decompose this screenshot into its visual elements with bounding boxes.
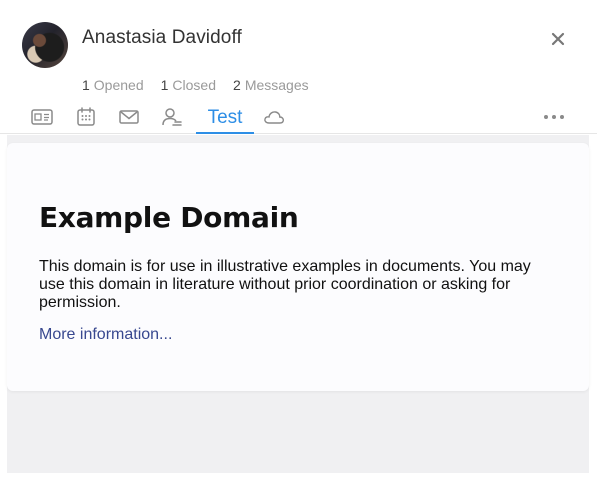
stat-count: 1 xyxy=(160,77,169,93)
close-icon xyxy=(551,32,565,46)
more-information-link[interactable]: More information... xyxy=(39,326,172,344)
close-button[interactable] xyxy=(546,27,570,51)
stat-label: Messages xyxy=(244,77,309,93)
webview-title: Example Domain xyxy=(39,201,299,234)
contact-card-icon xyxy=(31,109,53,125)
more-icon xyxy=(544,115,564,119)
stat-label: Closed xyxy=(172,77,217,93)
ticket-stats: 1 Opened 1 Closed 2 Messages xyxy=(82,77,309,93)
users-icon xyxy=(162,108,182,126)
cloud-icon xyxy=(264,111,285,124)
tab-users[interactable] xyxy=(158,102,186,132)
stat-closed[interactable]: 1 Closed xyxy=(161,77,216,93)
tab-mail[interactable] xyxy=(116,102,142,132)
webview-description: This domain is for use in illustrative e… xyxy=(39,258,531,311)
webview-page: Example Domain This domain is for use in… xyxy=(7,143,589,391)
tab-cloud[interactable] xyxy=(262,102,286,132)
webview-container: Example Domain This domain is for use in… xyxy=(7,135,589,473)
contact-header: Anastasia Davidoff 1 Opened 1 Closed 2 Mess… xyxy=(0,0,597,134)
avatar[interactable] xyxy=(22,22,68,68)
stat-count: 1 xyxy=(82,77,90,93)
stat-opened[interactable]: 1 Opened xyxy=(82,77,144,93)
stat-messages[interactable]: 2 Messages xyxy=(233,77,309,93)
tab-label: Test xyxy=(207,107,243,128)
calendar-icon xyxy=(77,107,95,126)
tab-contact-info[interactable] xyxy=(28,102,56,132)
more-button[interactable] xyxy=(541,102,567,132)
tab-calendar[interactable] xyxy=(73,102,99,132)
mail-icon xyxy=(119,110,139,124)
tab-test[interactable]: Test xyxy=(196,102,254,134)
contact-name: Anastasia Davidoff xyxy=(82,27,242,48)
stat-label: Opened xyxy=(93,77,144,93)
tab-bar: Test xyxy=(0,100,597,134)
stat-count: 2 xyxy=(233,77,241,93)
